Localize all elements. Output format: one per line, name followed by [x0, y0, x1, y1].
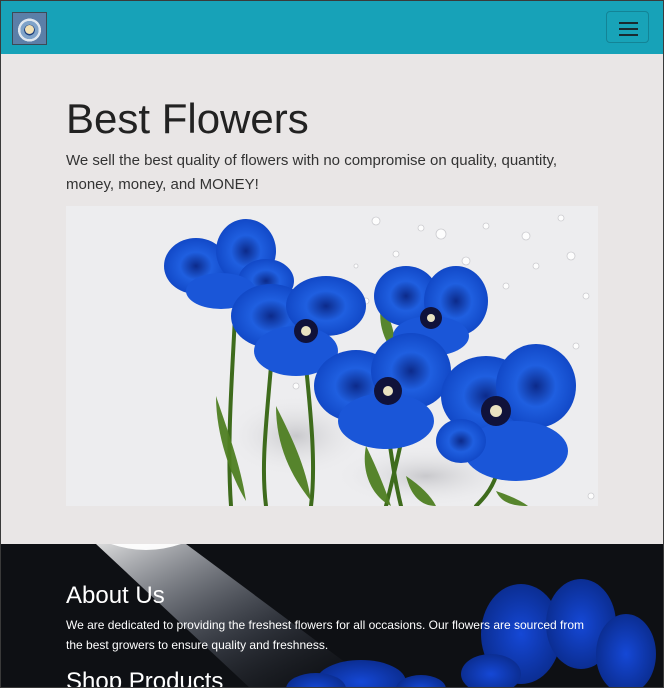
- brand-logo[interactable]: [12, 12, 47, 45]
- hero-description: We sell the best quality of flowers with…: [66, 152, 558, 193]
- hero-title: Best Flowers: [66, 95, 309, 142]
- page-frame: Best Flowers We sell the best quality of…: [0, 0, 664, 688]
- about-title: About Us: [66, 582, 165, 609]
- blue-flowers-image: [66, 206, 598, 506]
- about-text: We are dedicated to providing the freshe…: [66, 618, 585, 652]
- flowers-illustration: [66, 206, 598, 506]
- hamburger-menu-icon: [619, 22, 638, 24]
- hero-section: Best Flowers We sell the best quality of…: [1, 54, 663, 544]
- shop-products-title: Shop Products: [66, 668, 224, 688]
- about-section: About Us We are dedicated to providing t…: [1, 544, 663, 688]
- navbar: [1, 1, 663, 55]
- hamburger-menu-icon-bar: [619, 34, 638, 36]
- navbar-toggler-button[interactable]: [606, 11, 649, 43]
- hamburger-menu-icon-bar: [619, 28, 638, 30]
